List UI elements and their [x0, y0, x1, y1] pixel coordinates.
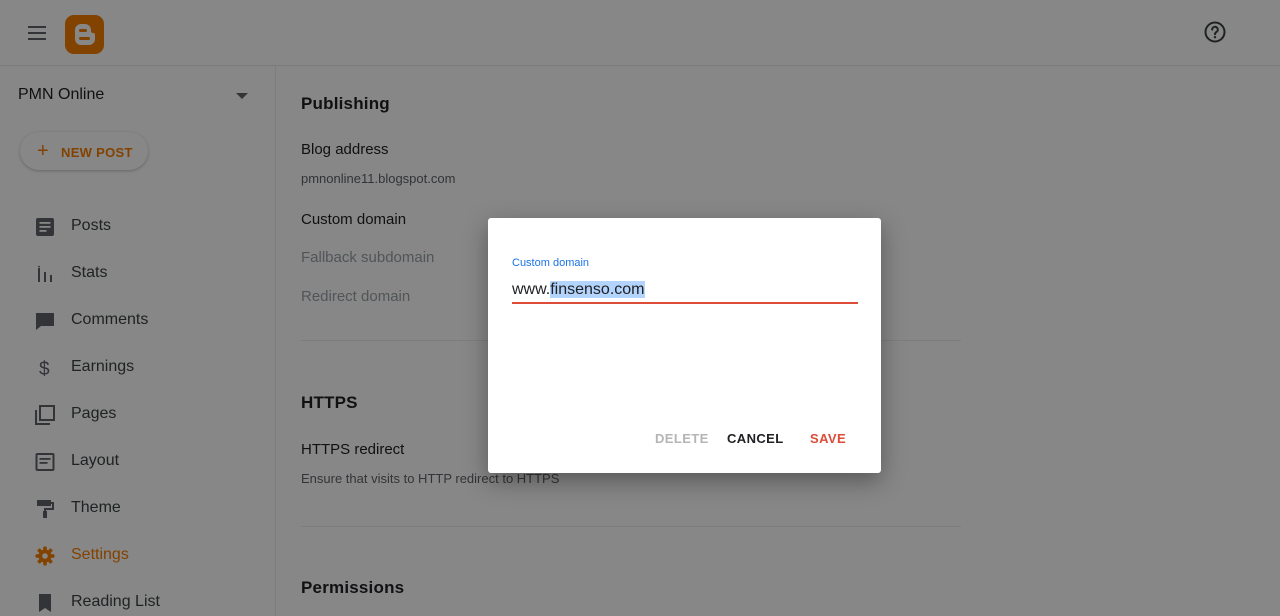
delete-button[interactable]: DELETE — [655, 431, 709, 446]
input-text-selection: finsenso.com — [550, 281, 645, 298]
cancel-button[interactable]: CANCEL — [727, 431, 784, 446]
save-button[interactable]: SAVE — [810, 431, 846, 446]
custom-domain-field-label: Custom domain — [512, 257, 590, 269]
custom-domain-input[interactable]: www.finsenso.com — [512, 281, 645, 299]
custom-domain-dialog: Custom domain www.finsenso.com DELETE CA… — [488, 218, 881, 473]
input-text-prefix: www. — [512, 281, 551, 298]
input-underline — [512, 302, 858, 304]
